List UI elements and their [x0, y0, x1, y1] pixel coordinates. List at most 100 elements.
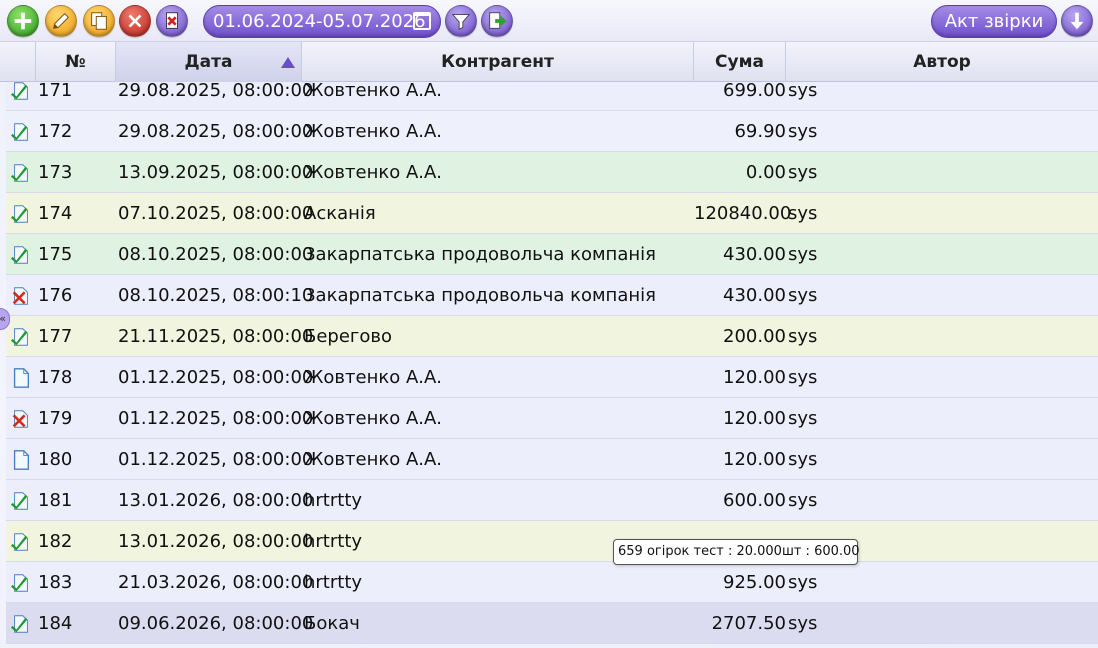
act-reconciliation-button[interactable]: Акт звірки — [931, 5, 1057, 38]
approved-document-icon — [10, 205, 28, 223]
date-range-text: 01.06.2024-05.07.2026 — [213, 11, 426, 32]
row-counterparty: Жовтенко А.А. — [304, 82, 443, 101]
row-num: 181 — [38, 490, 73, 511]
header-author[interactable]: Автор — [786, 42, 1098, 82]
edit-button[interactable] — [45, 5, 77, 37]
table-row[interactable]: 181 13.01.2026, 08:00:00 hrtrtty 600.00 sys — [6, 480, 1098, 521]
row-author: sys — [788, 449, 818, 470]
header-sum[interactable]: Сума — [694, 42, 786, 82]
row-status — [8, 439, 32, 480]
table-row[interactable]: 174 07.10.2025, 08:00:00 Асканія 120840.00 s… — [6, 193, 1098, 234]
row-sum: 69.90 — [734, 121, 786, 142]
approved-document-icon — [10, 164, 28, 182]
table-row[interactable]: 184 09.06.2026, 08:00:00 Бокач 2707.50 sys — [6, 603, 1098, 644]
row-counterparty: Асканія — [304, 203, 376, 224]
row-sum: 600.00 — [723, 490, 786, 511]
row-num: 175 — [38, 244, 73, 265]
header-num[interactable]: № — [36, 42, 116, 82]
table-row[interactable]: 177 21.11.2025, 08:00:00 Берегово 200.00 sys — [6, 316, 1098, 357]
row-num: 183 — [38, 572, 73, 593]
table-row[interactable]: 176 08.10.2025, 08:00:10 Закарпатська прод… — [6, 275, 1098, 316]
export-button[interactable] — [481, 5, 513, 37]
row-counterparty: Бокач — [304, 613, 360, 634]
row-author: sys — [788, 244, 818, 265]
row-num: 174 — [38, 203, 73, 224]
table-row[interactable]: 178 01.12.2025, 08:00:00 Жовтенко А.А. 120.… — [6, 357, 1098, 398]
export-icon — [489, 12, 507, 29]
table-row[interactable]: 182 13.01.2026, 08:00:00 hrtrtty — [6, 521, 1098, 562]
row-date: 29.08.2025, 08:00:00 — [118, 82, 314, 101]
row-status — [8, 316, 32, 357]
header-status — [0, 42, 36, 82]
close-icon — [128, 14, 142, 28]
row-counterparty: Жовтенко А.А. — [304, 408, 443, 429]
draft-document-icon — [13, 450, 30, 470]
row-status — [8, 234, 32, 275]
table-row[interactable]: 180 01.12.2025, 08:00:00 Жовтенко А.А. 120.… — [6, 439, 1098, 480]
row-author: sys — [788, 326, 818, 347]
row-status — [8, 193, 32, 234]
row-status — [8, 398, 32, 439]
row-sum: 925.00 — [723, 572, 786, 593]
row-date: 01.12.2025, 08:00:00 — [118, 449, 314, 470]
row-date: 21.11.2025, 08:00:00 — [118, 326, 314, 347]
table-row[interactable]: 175 08.10.2025, 08:00:00 Закарпатська прод… — [6, 234, 1098, 275]
row-sum: 120.00 — [723, 449, 786, 470]
copy-button[interactable] — [83, 5, 115, 37]
row-num: 180 — [38, 449, 73, 470]
sort-ascending-icon — [281, 57, 295, 68]
row-status — [8, 521, 32, 562]
copy-icon — [91, 12, 107, 30]
row-sum: 699.00 — [723, 82, 786, 101]
table-row[interactable]: 172 29.08.2025, 08:00:00 Жовтенко А.А. 69.9… — [6, 111, 1098, 152]
row-date: 01.12.2025, 08:00:00 — [118, 367, 314, 388]
table-row[interactable]: 179 01.12.2025, 08:00:00 Жовтенко А.А. 120.… — [6, 398, 1098, 439]
row-counterparty: Жовтенко А.А. — [304, 449, 443, 470]
row-author: sys — [788, 162, 818, 183]
row-num: 182 — [38, 531, 73, 552]
scroll-down-button[interactable] — [1061, 5, 1093, 37]
row-num: 179 — [38, 408, 73, 429]
row-status — [8, 82, 32, 111]
row-num: 172 — [38, 121, 73, 142]
approved-document-icon — [10, 328, 28, 346]
date-range-picker[interactable]: 01.06.2024-05.07.2026 — [203, 5, 441, 38]
row-status — [8, 111, 32, 152]
close-button[interactable] — [119, 5, 151, 37]
row-date: 07.10.2025, 08:00:00 — [118, 203, 314, 224]
row-author: sys — [788, 408, 818, 429]
row-num: 178 — [38, 367, 73, 388]
row-sum: 0.00 — [745, 162, 786, 183]
approved-document-icon — [10, 492, 28, 510]
row-sum: 2707.50 — [711, 613, 786, 634]
row-sum: 200.00 — [723, 326, 786, 347]
delete-document-icon — [166, 12, 178, 29]
toolbar: 01.06.2024-05.07.2026 Акт звірки — [0, 0, 1098, 42]
row-sum: 430.00 — [723, 285, 786, 306]
cancelled-document-icon — [12, 410, 28, 428]
draft-document-icon — [13, 368, 30, 388]
row-num: 171 — [38, 82, 73, 101]
approved-document-icon — [10, 574, 28, 592]
row-sum: 120840.00 — [694, 203, 792, 224]
add-icon — [14, 12, 32, 30]
table-row[interactable]: 171 29.08.2025, 08:00:00 Жовтенко А.А. 699.… — [6, 82, 1098, 111]
row-date: 13.09.2025, 08:00:00 — [118, 162, 314, 183]
approved-document-icon — [10, 246, 28, 264]
row-status — [8, 480, 32, 521]
delete-document-button[interactable] — [156, 5, 188, 37]
header-date[interactable]: Дата — [116, 42, 302, 82]
row-date: 29.08.2025, 08:00:00 — [118, 121, 314, 142]
row-author: sys — [788, 203, 818, 224]
header-counterparty[interactable]: Контрагент — [302, 42, 694, 82]
row-date: 08.10.2025, 08:00:10 — [118, 285, 314, 306]
table-row[interactable]: 173 13.09.2025, 08:00:00 Жовтенко А.А. 0.00… — [6, 152, 1098, 193]
row-status — [8, 562, 32, 603]
row-num: 173 — [38, 162, 73, 183]
grid-body: 171 29.08.2025, 08:00:00 Жовтенко А.А. 699.… — [0, 82, 1098, 648]
filter-button[interactable] — [445, 5, 477, 37]
table-row[interactable]: 183 21.03.2026, 08:00:00 hrtrtty 925.00 sys — [6, 562, 1098, 603]
add-button[interactable] — [7, 5, 39, 37]
row-date: 09.06.2026, 08:00:00 — [118, 613, 314, 634]
row-sum: 430.00 — [723, 244, 786, 265]
